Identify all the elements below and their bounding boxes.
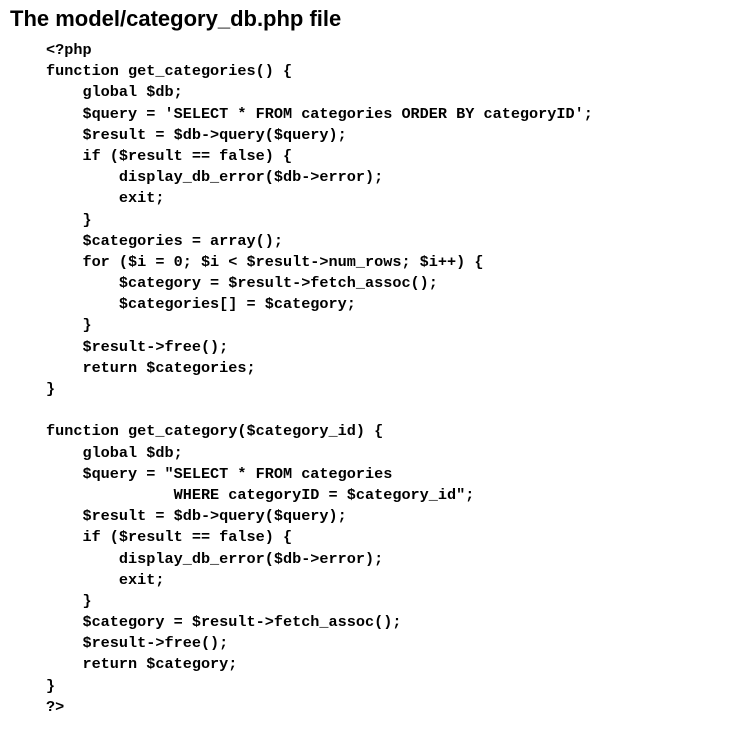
code-line: for ($i = 0; $i < $result->num_rows; $i+… <box>46 252 484 271</box>
code-line: $query = 'SELECT * FROM categories ORDER… <box>46 104 593 123</box>
code-line: $category = $result->fetch_assoc(); <box>46 613 402 632</box>
code-line: function get_category($category_id) { <box>46 422 384 441</box>
code-line: } <box>46 316 92 335</box>
code-line: $result = $db->query($query); <box>46 507 347 526</box>
code-line: $result->free(); <box>46 634 229 653</box>
code-line: display_db_error($db->error); <box>46 549 384 568</box>
code-line: function get_categories() { <box>46 62 293 81</box>
code-block: <?php function get_categories() { global … <box>46 40 593 718</box>
code-line: WHERE categoryID = $category_id"; <box>46 485 475 504</box>
code-line: ?> <box>46 697 65 716</box>
code-line: <?php <box>46 41 92 59</box>
code-line: } <box>46 380 56 398</box>
code-line: exit; <box>46 189 165 208</box>
code-line: return $category; <box>46 655 238 674</box>
code-line: if ($result == false) { <box>46 528 293 547</box>
code-line: $query = "SELECT * FROM categories <box>46 464 393 483</box>
code-line: if ($result == false) { <box>46 146 293 165</box>
code-line: } <box>46 591 92 610</box>
code-line: $result = $db->query($query); <box>46 125 347 144</box>
code-line: global $db; <box>46 83 183 102</box>
code-line: $category = $result->fetch_assoc(); <box>46 274 438 293</box>
code-line: return $categories; <box>46 358 256 377</box>
code-line: exit; <box>46 570 165 589</box>
code-line: $categories = array(); <box>46 231 283 250</box>
code-line: } <box>46 210 92 229</box>
document-title: The model/category_db.php file <box>10 6 342 31</box>
code-line: } <box>46 676 56 695</box>
code-line: $result->free(); <box>46 337 229 356</box>
code-line: $categories[] = $category; <box>46 295 356 314</box>
document-page: The model/category_db.php file <?php func… <box>0 0 742 746</box>
code-line: global $db; <box>46 443 183 462</box>
code-line: display_db_error($db->error); <box>46 168 384 187</box>
